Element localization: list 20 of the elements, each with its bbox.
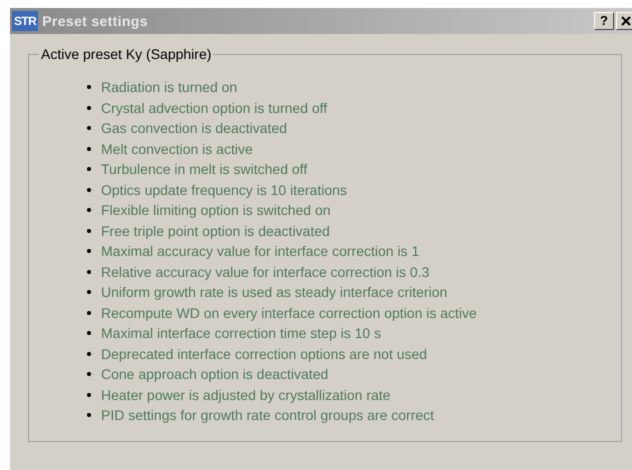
status-text: Melt convection is active [101, 140, 253, 158]
status-text: Recompute WD on every interface correction option is active [101, 304, 477, 322]
window-title: Preset settings [42, 12, 148, 31]
status-text: Uniform growth rate is used as steady interface criterion [101, 283, 448, 302]
status-text: Radiation is turned on [101, 78, 238, 96]
status-text: Flexible limiting option is switched on [101, 201, 331, 220]
status-text: Cone approach option is deactivated [101, 365, 328, 384]
status-text: PID settings for growth rate control groups are correct [101, 406, 434, 424]
status-text: Gas convection is deactivated [101, 119, 287, 138]
status-text: Crystal advection option is turned off [101, 98, 328, 117]
status-text: Deprecated interface correction options are not used [101, 344, 428, 363]
status-text: Relative accuracy value for interface correction is 0.3 [101, 262, 430, 281]
help-button[interactable]: ? [594, 12, 614, 30]
status-text: Maximal interface correction time step is 10 s [101, 324, 382, 342]
status-text: Optics update frequency is 10 iterations [101, 180, 347, 199]
status-text: Maximal accuracy value for interface correction is 1 [101, 242, 420, 260]
app-icon: STR [12, 11, 38, 31]
status-text: Turbulence in melt is switched off [101, 160, 308, 178]
status-text: Heater power is adjusted by crystallization rate [101, 386, 390, 404]
status-text: Free triple point option is deactivated [101, 222, 330, 240]
